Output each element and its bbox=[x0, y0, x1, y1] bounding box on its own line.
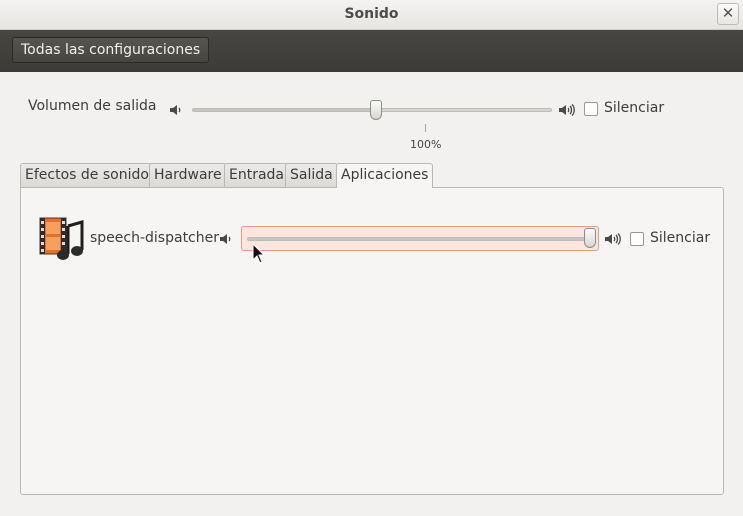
close-icon: ✕ bbox=[721, 4, 735, 22]
tab-hardware[interactable]: Hardware bbox=[149, 163, 227, 187]
tab-sound-effects[interactable]: Efectos de sonido bbox=[20, 163, 154, 187]
speaker-low-icon bbox=[168, 102, 184, 118]
speaker-high-icon bbox=[558, 102, 575, 118]
multimedia-icon bbox=[38, 216, 86, 262]
tab-output[interactable]: Salida bbox=[285, 163, 338, 187]
app-name-speech-dispatcher: speech-dispatcher bbox=[90, 230, 219, 246]
close-button[interactable]: ✕ bbox=[717, 3, 739, 25]
output-mute-checkbox[interactable] bbox=[584, 102, 598, 116]
speaker-high-icon bbox=[604, 231, 621, 247]
output-volume-fill bbox=[193, 109, 373, 111]
mouse-pointer-icon bbox=[252, 242, 266, 265]
app-volume-slider-focus[interactable] bbox=[241, 226, 599, 251]
tab-applications[interactable]: Aplicaciones bbox=[336, 163, 434, 188]
app-volume-fill bbox=[248, 238, 594, 240]
volume-100-tick bbox=[425, 124, 426, 132]
output-volume-label: Volumen de salida bbox=[28, 98, 157, 114]
volume-100-mark-label: 100% bbox=[410, 138, 442, 151]
sound-settings-window: Sonido ✕ Todas las configuraciones Volum… bbox=[0, 0, 743, 516]
toolbar: Todas las configuraciones bbox=[0, 30, 743, 72]
app-volume-slider[interactable] bbox=[247, 237, 594, 241]
speaker-low-icon bbox=[218, 231, 234, 247]
tab-input[interactable]: Entrada bbox=[224, 163, 290, 187]
window-title: Sonido bbox=[344, 6, 399, 22]
title-bar: Sonido ✕ bbox=[0, 0, 743, 30]
output-mute-label: Silenciar bbox=[604, 100, 665, 116]
app-mute-label: Silenciar bbox=[650, 230, 711, 246]
app-mute-checkbox[interactable] bbox=[630, 232, 644, 246]
output-volume-handle[interactable] bbox=[370, 100, 382, 120]
app-volume-handle[interactable] bbox=[584, 228, 596, 248]
all-settings-button[interactable]: Todas las configuraciones bbox=[12, 37, 210, 63]
